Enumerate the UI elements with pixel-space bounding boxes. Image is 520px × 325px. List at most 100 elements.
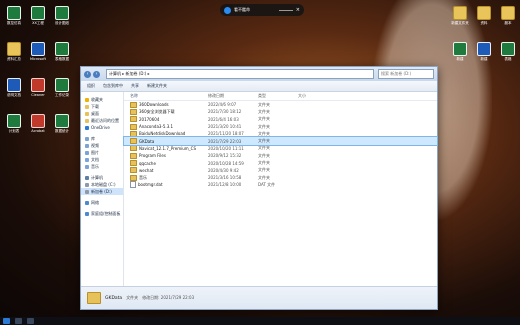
file-row[interactable]: Navicat_12.1.7_Premium_CS 2020/10/20 11:1… (124, 145, 437, 152)
sidebar-item-label: 桌面 (91, 110, 99, 116)
desktop-icon[interactable]: 新建 (472, 42, 496, 70)
share-button[interactable]: 共享 (131, 83, 139, 89)
desktop-icon[interactable]: 表格数据 (50, 42, 74, 70)
folder-icon (85, 111, 89, 116)
desktop-icon[interactable]: 数据统计 (50, 114, 74, 142)
sidebar-item[interactable]: 收藏夹 (81, 96, 123, 103)
desktop-icon[interactable]: Acrobat (26, 114, 50, 142)
selected-kind: 文件夹 (126, 295, 139, 300)
search-pill-label: 看不鑑命 (234, 7, 250, 12)
column-type[interactable]: 类型 (258, 93, 298, 99)
search-pill[interactable]: 看不鑑命 × (220, 4, 304, 16)
file-row[interactable]: 20170604 2021/6/4 16:03 文件夹 (124, 116, 437, 123)
desktop-icon[interactable]: 新建文件夹 (448, 6, 472, 34)
sidebar-item[interactable]: OneDrive (81, 124, 123, 131)
sidebar-item[interactable]: 家庭组/控制面板 (81, 210, 123, 217)
file-type: 文件夹 (258, 138, 270, 144)
file-row[interactable]: 音乐 2021/3/16 10:58 文件夹 (124, 174, 437, 181)
sidebar-item[interactable]: 库 (81, 135, 123, 142)
back-button[interactable]: ‹ (84, 70, 91, 78)
sidebar-item[interactable]: 网络 (81, 199, 123, 206)
sidebar-item-label: 下载 (91, 103, 99, 109)
column-size[interactable]: 大小 (298, 93, 328, 99)
file-icon (130, 181, 136, 189)
file-type: 文件夹 (258, 174, 270, 180)
sidebar-item[interactable]: 本地磁盘 (C:) (81, 181, 123, 188)
file-type: 文件夹 (258, 108, 270, 114)
desktop-icon[interactable]: 计划表 (2, 114, 26, 142)
include-in-library-button[interactable]: 包含到库中 (103, 83, 123, 89)
start-button[interactable] (3, 318, 10, 324)
desktop-icon[interactable]: 副本 (496, 6, 520, 34)
desktop-icon-label: 设计图纸 (55, 21, 69, 25)
organize-button[interactable]: 组织 (87, 83, 95, 89)
file-row[interactable]: BaiduNetdiskDownload 2021/11/20 18:07 文件夹 (124, 130, 437, 137)
file-date: 2020/10/20 11:11 (208, 145, 244, 151)
file-date: 2020/4/30 9:42 (208, 167, 239, 173)
taskbar-app-explorer[interactable] (15, 318, 22, 324)
folder-icon (130, 145, 137, 152)
sidebar-item-label: 文档 (91, 156, 99, 162)
column-name[interactable]: 名称 (124, 93, 208, 99)
search-placeholder: 搜索 新加卷 (D:) (381, 71, 412, 76)
file-name: 360Downloads (139, 102, 169, 108)
folder-icon (130, 123, 137, 130)
sidebar-item[interactable]: 新加卷 (D:) (81, 188, 123, 195)
file-name: wechat (139, 167, 154, 173)
sidebar-item[interactable]: 最近访问的位置 (81, 117, 123, 124)
sidebar-item[interactable]: 图片 (81, 149, 123, 156)
desktop-icon[interactable]: Microsoft (26, 42, 50, 70)
folder-icon (130, 116, 137, 123)
file-row[interactable]: bootmgr.dat 2021/12/8 10:00 DAT 文件 (124, 181, 437, 189)
sidebar-item[interactable]: 文档 (81, 156, 123, 163)
desktop-icon[interactable]: 资料汇总 (2, 42, 26, 70)
desktop-icon[interactable]: XX工程 (26, 6, 50, 34)
desktop-icon[interactable]: 设计图纸 (50, 6, 74, 34)
close-icon[interactable]: × (296, 7, 300, 13)
title-bar: ‹ › 计算机 ▸ 新加卷 (D:) ▸ 搜索 新加卷 (D:) (81, 67, 437, 81)
address-bar[interactable]: 计算机 ▸ 新加卷 (D:) ▸ (106, 69, 374, 79)
file-name-cell: Anaconda3-5.3.1 (124, 123, 208, 130)
file-name-cell: wechat (124, 167, 208, 174)
file-row[interactable]: wechat 2020/4/30 9:42 文件夹 (124, 167, 437, 174)
file-row[interactable]: 360安全浏览器下载 2021/7/30 18:12 文件夹 (124, 108, 437, 115)
search-input[interactable]: 搜索 新加卷 (D:) (378, 69, 434, 79)
file-type: 文件夹 (258, 145, 270, 151)
sidebar-item[interactable]: 计算机 (81, 174, 123, 181)
sidebar-item[interactable]: 视频 (81, 142, 123, 149)
file-name-cell: 音乐 (124, 174, 208, 181)
file-row[interactable]: 360Downloads 2022/4/6 9:07 文件夹 (124, 101, 437, 108)
desktop-icon[interactable]: 工作记录 (50, 78, 74, 106)
taskbar-app-browser[interactable] (27, 318, 34, 324)
file-row[interactable]: qqcache 2020/10/28 14:59 文件夹 (124, 159, 437, 167)
file-type: 文件夹 (258, 160, 270, 166)
file-row[interactable]: Program Files 2020/9/12 15:32 文件夹 (124, 152, 437, 159)
app-icon (31, 78, 45, 92)
sidebar-item[interactable]: 音乐 (81, 163, 123, 170)
desktop-icon-label: Acrobat (31, 129, 45, 133)
desktop-icon[interactable]: 新建 (448, 42, 472, 70)
desktop-icon[interactable]: 资料 (472, 6, 496, 34)
sidebar-item-label: 图片 (91, 149, 99, 155)
sidebar-item[interactable]: 下载 (81, 103, 123, 110)
desktop-icon[interactable]: Cleaner (26, 78, 50, 106)
folder-icon (130, 138, 137, 145)
desktop-icon[interactable]: 说明文档 (2, 78, 26, 106)
desktop-icon[interactable]: 数控仿真 (2, 6, 26, 34)
file-row[interactable]: GKData 2021/7/29 22:03 文件夹 (123, 136, 438, 146)
file-list: 名称 修改日期 类型 大小 360Downloads 2022/4/6 9:07 文… (123, 92, 438, 287)
address-path: 计算机 ▸ 新加卷 (D:) ▸ (109, 71, 150, 76)
forward-button[interactable]: › (93, 70, 100, 78)
file-name-cell: bootmgr.dat (124, 181, 208, 189)
file-row[interactable]: Anaconda3-5.3.1 2021/3/20 10:41 文件夹 (124, 123, 437, 130)
sidebar-item[interactable]: 桌面 (81, 110, 123, 117)
file-name-cell: 360安全浏览器下载 (124, 108, 208, 115)
desktop-icon[interactable]: 表格 (496, 42, 520, 70)
folder-icon (477, 6, 491, 20)
file-name: Program Files (139, 153, 166, 159)
command-bar: 组织 包含到库中 共享 新建文件夹 (81, 81, 437, 92)
file-name-cell: 20170604 (124, 116, 208, 123)
file-name-cell: GKData (124, 138, 208, 145)
new-folder-button[interactable]: 新建文件夹 (147, 83, 167, 89)
column-date[interactable]: 修改日期 (208, 93, 258, 99)
